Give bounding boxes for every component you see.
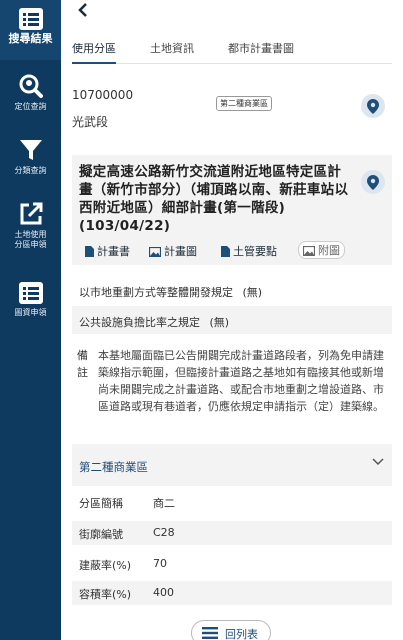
sidebar: 搜尋結果 定位查詢 分類查詢 土地使用 分區申領 圖資申領 xyxy=(0,0,61,640)
zone-accordion-header[interactable]: 第二種商業區 xyxy=(72,444,392,486)
image-icon xyxy=(149,247,161,257)
redevelopment-rule: 以市地重劃方式等整體開發規定 (無) xyxy=(72,272,392,302)
zone-row: 容積率(%) 400 xyxy=(72,581,392,605)
back-to-list-label: 回列表 xyxy=(225,628,258,640)
redevelopment-label: 以市地重劃方式等整體開發規定 xyxy=(79,286,233,299)
list-icon xyxy=(18,8,43,30)
zone-row: 街廓編號 C28 xyxy=(72,521,392,545)
menu-icon xyxy=(202,627,218,639)
document-icon xyxy=(221,246,230,257)
sidebar-item-label: 定位查詢 xyxy=(14,102,47,111)
redevelopment-value: (無) xyxy=(242,286,263,299)
image-icon xyxy=(303,246,315,256)
sidebar-item-label: 分類查詢 xyxy=(14,166,47,175)
zone-row-value: 400 xyxy=(153,586,174,599)
land-section: 光武段 xyxy=(72,115,109,129)
zone-title: 第二種商業區 xyxy=(79,460,148,474)
attached-map-link[interactable]: 附圖 xyxy=(298,241,345,259)
attached-map-label: 附圖 xyxy=(318,244,340,257)
plan-locate-button[interactable] xyxy=(361,170,385,194)
locate-button[interactable] xyxy=(361,94,385,118)
plan-map-label: 計畫圖 xyxy=(164,245,197,258)
zone-row-value: 70 xyxy=(153,557,167,570)
zone-row-value: C28 xyxy=(153,526,175,539)
public-facility-label: 公共設施負擔比率之規定 xyxy=(79,316,200,329)
sidebar-item-label: 土地使用 分區申領 xyxy=(14,230,47,249)
sidebar-item-label: 搜尋結果 xyxy=(8,32,53,45)
location-search-icon xyxy=(19,74,43,98)
external-link-icon xyxy=(20,202,42,225)
list-icon xyxy=(18,282,43,304)
land-info-card: 10700000 光武段 第二種商業區 xyxy=(72,78,392,140)
map-pin-icon xyxy=(367,98,379,114)
remark-text: 本基地屬面臨已公告開闢完成計畫道路段者，列為免申請建築線指示範圍，但臨接計畫道路… xyxy=(98,349,384,413)
zone-row: 建蔽率(%) 70 xyxy=(72,552,392,576)
urban-plan-card: 擬定高速公路新竹交流道附近地區特定區計畫（新竹市部分）（埔頂路以南、新莊車站以西… xyxy=(72,155,392,265)
remark-label: 備註 xyxy=(77,349,88,379)
zone-row-key: 街廓編號 xyxy=(79,528,123,541)
land-control-link[interactable]: 土管要點 xyxy=(221,243,277,259)
zone-row-key: 建蔽率(%) xyxy=(79,559,132,572)
chevron-down-icon xyxy=(372,458,384,466)
sidebar-item-map-application[interactable]: 圖資申領 xyxy=(0,282,61,332)
public-facility-rule: 公共設施負擔比率之規定 (無) xyxy=(72,306,392,334)
zone-row-key: 分區簡稱 xyxy=(79,497,123,510)
zone-row-value: 商二 xyxy=(153,497,175,510)
document-icon xyxy=(85,246,94,257)
plan-book-link[interactable]: 計畫書 xyxy=(85,243,130,259)
remark-block: 備註 本基地屬面臨已公告開闢完成計畫道路段者，列為免申請建築線指示範圍，但臨接計… xyxy=(72,338,392,436)
plan-title: 擬定高速公路新竹交流道附近地區特定區計畫（新竹市部分）（埔頂路以南、新莊車站以西… xyxy=(79,164,349,234)
zone-row: 分區簡稱 商二 xyxy=(72,490,392,514)
tab-urban-plan-docs[interactable]: 都市計畫書圖 xyxy=(228,40,294,62)
plan-map-link[interactable]: 計畫圖 xyxy=(149,243,197,259)
filter-icon xyxy=(19,140,42,160)
chevron-left-icon xyxy=(78,3,87,17)
back-to-list-button[interactable]: 回列表 xyxy=(191,620,271,640)
map-pin-icon xyxy=(367,174,379,190)
land-code: 10700000 xyxy=(72,88,134,102)
sidebar-item-location-search[interactable]: 定位查詢 xyxy=(0,74,61,124)
sidebar-item-search-results[interactable]: 搜尋結果 xyxy=(0,0,61,60)
zone-badge: 第二種商業區 xyxy=(216,96,272,111)
detail-panel: 使用分區 土地資訊 都市計畫書圖 10700000 光武段 第二種商業區 擬定高… xyxy=(61,0,403,640)
back-button[interactable] xyxy=(77,2,89,21)
tab-bar: 使用分區 土地資訊 都市計畫書圖 xyxy=(72,40,392,64)
plan-book-label: 計畫書 xyxy=(97,245,130,258)
sidebar-item-category-search[interactable]: 分類查詢 xyxy=(0,138,61,188)
sidebar-item-label: 圖資申領 xyxy=(14,308,47,317)
tab-zoning[interactable]: 使用分區 xyxy=(72,40,116,64)
public-facility-value: (無) xyxy=(209,316,230,329)
zone-row-key: 容積率(%) xyxy=(79,588,132,601)
tab-land-info[interactable]: 土地資訊 xyxy=(150,40,194,62)
sidebar-item-zoning-application[interactable]: 土地使用 分區申領 xyxy=(0,202,61,262)
land-control-label: 土管要點 xyxy=(233,245,277,258)
